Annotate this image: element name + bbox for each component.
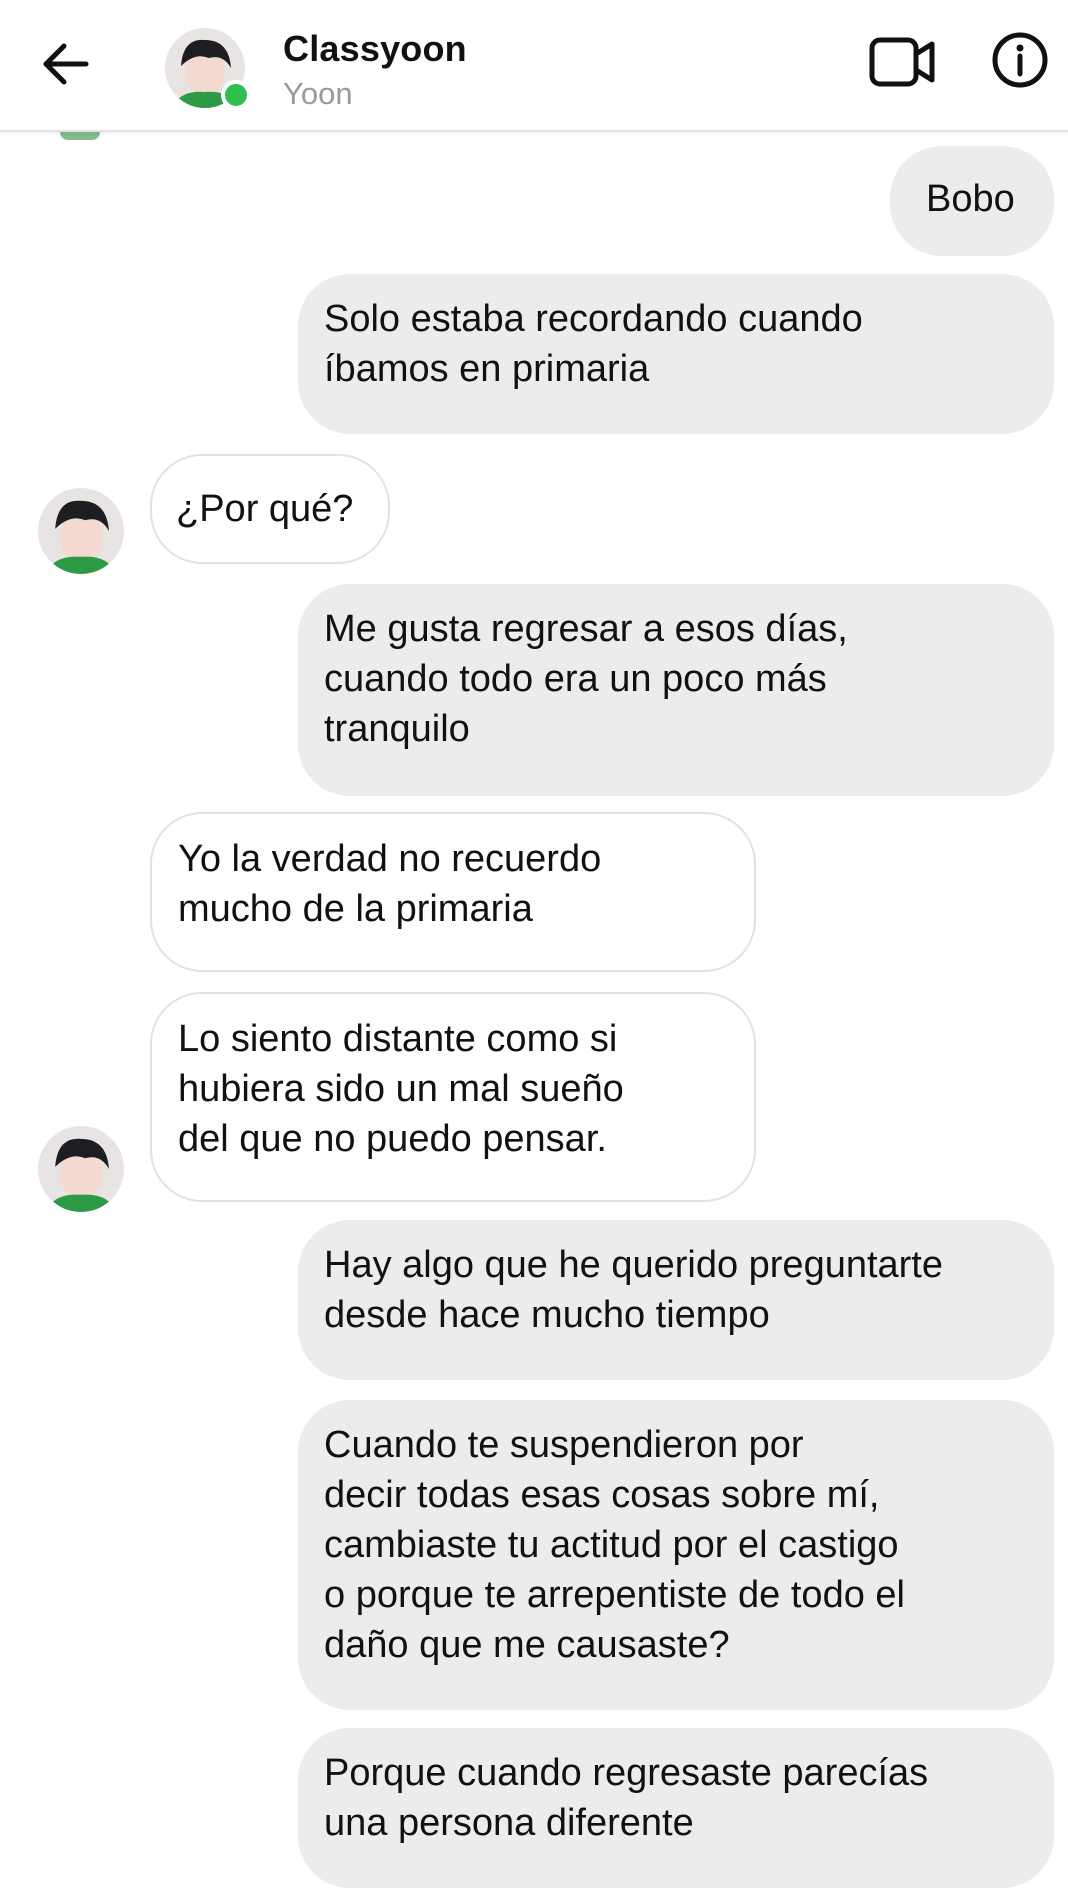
message-bubble-outgoing[interactable]: Porque cuando regresaste parecías una pe…	[298, 1728, 1054, 1888]
message-bubble-incoming[interactable]: Lo siento distante como si hubiera sido …	[150, 992, 756, 1202]
back-button[interactable]	[36, 34, 96, 94]
message-text: Hay algo que he querido preguntarte	[324, 1244, 944, 1286]
message-list[interactable]: Bobo Solo estaba recordando cuando íbamo…	[0, 132, 1068, 1902]
contact-subtitle: Yoon	[283, 76, 353, 111]
message-text: Bobo	[926, 178, 1015, 220]
message-bubble-outgoing[interactable]: Bobo	[890, 146, 1054, 256]
contact-avatar-small[interactable]	[38, 1126, 124, 1212]
contact-avatar[interactable]	[165, 28, 251, 110]
message-text: Me gusta regresar a esos días,	[324, 608, 848, 650]
avatar-partial	[60, 132, 100, 140]
message-text: hubiera sido un mal sueño	[178, 1068, 624, 1110]
chat-header: Classyoon Yoon	[0, 0, 1068, 132]
message-text: ¿Por qué?	[176, 488, 354, 530]
contact-name[interactable]: Classyoon	[283, 28, 467, 70]
arrow-left-icon	[43, 43, 89, 85]
message-text: íbamos en primaria	[324, 348, 650, 390]
message-text: o porque te arrepentiste de todo el	[324, 1574, 905, 1616]
avatar-image	[38, 1126, 124, 1212]
message-bubble-incoming[interactable]: ¿Por qué?	[150, 454, 390, 564]
message-text: del que no puedo pensar.	[178, 1118, 607, 1160]
message-bubble-outgoing[interactable]: Solo estaba recordando cuando íbamos en …	[298, 274, 1054, 434]
message-text: Solo estaba recordando cuando	[324, 298, 863, 340]
message-text: tranquilo	[324, 708, 470, 750]
message-bubble-incoming[interactable]: Yo la verdad no recuerdo mucho de la pri…	[150, 812, 756, 972]
message-bubble-outgoing[interactable]: Cuando te suspendieron por decir todas e…	[298, 1400, 1054, 1710]
chat-screen: Classyoon Yoon Bobo Solo estaba recordan…	[0, 0, 1068, 1902]
message-text: daño que me causaste?	[324, 1624, 730, 1666]
message-text: cuando todo era un poco más	[324, 658, 827, 700]
message-text: Porque cuando regresaste parecías	[324, 1752, 929, 1794]
message-text: cambiaste tu actitud por el castigo	[324, 1524, 899, 1566]
message-text: Lo siento distante como si	[178, 1018, 618, 1060]
message-text: desde hace mucho tiempo	[324, 1294, 770, 1336]
message-text: una persona diferente	[324, 1802, 694, 1844]
message-bubble-outgoing[interactable]: Hay algo que he querido preguntarte desd…	[298, 1220, 1054, 1380]
avatar-image	[38, 488, 124, 574]
contact-avatar-small[interactable]	[38, 488, 124, 574]
message-text: Yo la verdad no recuerdo	[178, 838, 602, 880]
info-circle-icon	[992, 32, 1048, 88]
video-camera-icon	[869, 37, 935, 87]
message-bubble-outgoing[interactable]: Me gusta regresar a esos días, cuando to…	[298, 584, 1054, 796]
message-text: mucho de la primaria	[178, 888, 533, 930]
message-text: Cuando te suspendieron por	[324, 1424, 804, 1466]
online-status-dot	[221, 80, 251, 110]
video-call-button[interactable]	[868, 34, 938, 90]
info-button[interactable]	[990, 30, 1050, 90]
message-text: decir todas esas cosas sobre mí,	[324, 1474, 880, 1516]
